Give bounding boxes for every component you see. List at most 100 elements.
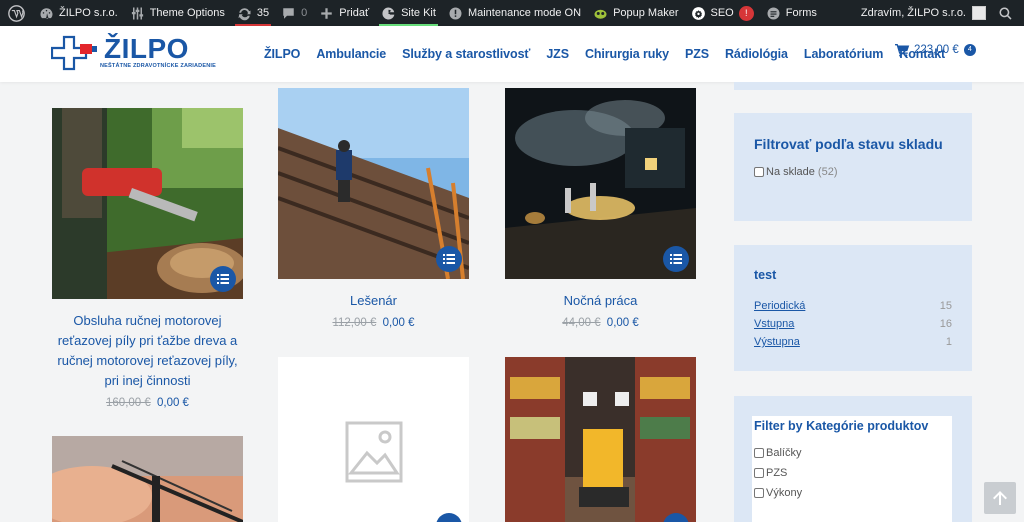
product-image-nocna-praca[interactable]	[505, 88, 696, 279]
widget-top-partial	[734, 82, 972, 90]
list-item: Výstupna 1	[754, 336, 952, 348]
widget-title: Filtrovať podľa stavu skladu	[754, 136, 943, 152]
site-name-menu[interactable]: ŽILPO s.r.o.	[33, 0, 124, 26]
product-price: 160,00 € 0,00 €	[52, 397, 243, 409]
option-label: Výkony	[766, 487, 803, 499]
list-icon	[217, 274, 229, 284]
refresh-icon	[238, 7, 251, 20]
list-count: 15	[939, 300, 952, 312]
product-title[interactable]: Nočná práca	[505, 291, 696, 311]
checkbox[interactable]	[754, 488, 764, 498]
seo-menu[interactable]: SEO !	[685, 0, 760, 26]
wordpress-logo-button[interactable]	[0, 0, 33, 26]
product-old-price: 112,00 €	[332, 317, 377, 329]
greeting-label: Zdravím, ŽILPO s.r.o.	[860, 7, 966, 19]
option-label: Balíčky	[766, 447, 802, 459]
nav-item-pzs[interactable]: PZS	[685, 47, 709, 61]
in-stock-checkbox[interactable]	[754, 167, 764, 177]
seo-notification-badge: !	[738, 5, 754, 21]
nav-item-sluzby[interactable]: Služby a starostlivosť	[402, 47, 530, 61]
list-link-vystupna[interactable]: Výstupna	[754, 336, 800, 348]
sliders-icon	[131, 7, 143, 19]
site-kit-menu[interactable]: Site Kit	[375, 0, 442, 26]
widget-title: test	[754, 268, 777, 282]
updates-count: 35	[256, 7, 270, 19]
updates-menu[interactable]: 35	[231, 0, 275, 26]
list-icon	[670, 254, 682, 264]
seo-label: SEO	[710, 7, 734, 19]
in-stock-count: (52)	[817, 166, 838, 178]
option-label: PZS	[766, 467, 788, 479]
comment-icon	[283, 7, 294, 19]
list-item: Periodická 15	[754, 300, 952, 312]
medical-cross-logo-icon	[51, 35, 97, 71]
product-image-crane[interactable]	[52, 436, 243, 522]
nav-item-zilpo[interactable]: ŽILPO	[264, 47, 300, 61]
account-menu[interactable]: Zdravím, ŽILPO s.r.o.	[855, 0, 992, 26]
in-stock-label: Na sklade	[766, 166, 815, 178]
site-header: ŽILPO NEŠTÁTNE ZDRAVOTNÍCKE ZARIADENIE Ž…	[0, 26, 1024, 82]
product-current-price: 0,00 €	[156, 397, 189, 409]
nav-item-chirurgia-ruky[interactable]: Chirurgia ruky	[585, 47, 669, 61]
filter-in-stock[interactable]: Na sklade (52)	[754, 166, 837, 178]
checkbox[interactable]	[754, 448, 764, 458]
product-details-button[interactable]	[436, 513, 462, 522]
logo-title: ŽILPO	[104, 33, 189, 64]
dashboard-icon	[40, 7, 53, 19]
new-content-menu[interactable]: Pridať	[313, 0, 375, 26]
category-filter-panel: Filter by Kategórie produktov Balíčky PZ…	[752, 416, 952, 522]
product-details-button[interactable]	[210, 266, 236, 292]
nav-item-ambulancie[interactable]: Ambulancie	[316, 47, 386, 61]
seo-gear-icon	[691, 6, 705, 20]
admin-bar: ŽILPO s.r.o. Theme Options 35 0 Pridať S…	[0, 0, 1024, 26]
product-image-lesenar[interactable]	[278, 88, 469, 279]
admin-search-button[interactable]	[992, 0, 1024, 26]
popup-maker-icon	[594, 9, 607, 19]
site-logo[interactable]: ŽILPO NEŠTÁTNE ZDRAVOTNÍCKE ZARIADENIE	[51, 33, 216, 71]
logo-subtitle: NEŠTÁTNE ZDRAVOTNÍCKE ZARIADENIE	[100, 63, 216, 69]
list-link-periodicka[interactable]: Periodická	[754, 300, 805, 312]
nav-item-laboratorium[interactable]: Laboratórium	[804, 47, 883, 61]
comments-menu[interactable]: 0	[275, 0, 313, 26]
product-image-warehouse[interactable]	[505, 357, 696, 522]
filter-option[interactable]: PZS	[754, 467, 787, 479]
cart-count-badge: 4	[963, 44, 976, 56]
search-icon	[999, 7, 1012, 20]
theme-options-label: Theme Options	[149, 7, 225, 19]
list-count: 16	[939, 318, 952, 330]
cart-icon	[895, 44, 910, 57]
product-price: 112,00 € 0,00 €	[278, 317, 469, 329]
google-icon	[382, 6, 395, 19]
list-icon	[443, 254, 455, 264]
product-details-button[interactable]	[436, 246, 462, 272]
main-navigation: ŽILPO Ambulancie Služby a starostlivosť …	[256, 26, 953, 82]
cart-button[interactable]: 223,00 € 4	[895, 43, 976, 57]
checkbox[interactable]	[754, 468, 764, 478]
nav-item-jzs[interactable]: JZS	[546, 47, 569, 61]
list-link-vstupna[interactable]: Vstupna	[754, 318, 794, 330]
product-title[interactable]: Obsluha ručnej motorovej reťazovej píly …	[52, 311, 243, 391]
filter-option[interactable]: Výkony	[754, 487, 802, 499]
widget-title: Filter by Kategórie produktov	[754, 419, 929, 433]
product-details-button[interactable]	[663, 246, 689, 272]
popup-maker-menu[interactable]: Popup Maker	[587, 0, 684, 26]
list-count: 1	[945, 336, 952, 348]
product-image-placeholder[interactable]	[278, 357, 469, 522]
product-price: 44,00 € 0,00 €	[505, 317, 696, 329]
avatar	[972, 6, 986, 20]
site-kit-label: Site Kit	[401, 7, 436, 19]
forms-label: Forms	[785, 7, 817, 19]
product-image-chainsaw[interactable]	[52, 108, 243, 299]
product-old-price: 44,00 €	[562, 317, 601, 329]
filter-option[interactable]: Balíčky	[754, 447, 801, 459]
forms-menu[interactable]: Forms	[760, 0, 823, 26]
forms-icon	[767, 7, 780, 19]
nav-item-radiologia[interactable]: Rádiológia	[725, 47, 788, 61]
cart-total: 223,00 €	[914, 44, 959, 56]
theme-options-menu[interactable]: Theme Options	[124, 0, 231, 26]
product-title[interactable]: Lešenár	[278, 291, 469, 311]
scroll-to-top-button[interactable]	[984, 482, 1016, 514]
widget-category-filter: Filter by Kategórie produktov Balíčky PZ…	[734, 396, 972, 522]
warning-icon	[449, 7, 462, 19]
maintenance-menu[interactable]: Maintenance mode ON	[442, 0, 587, 26]
